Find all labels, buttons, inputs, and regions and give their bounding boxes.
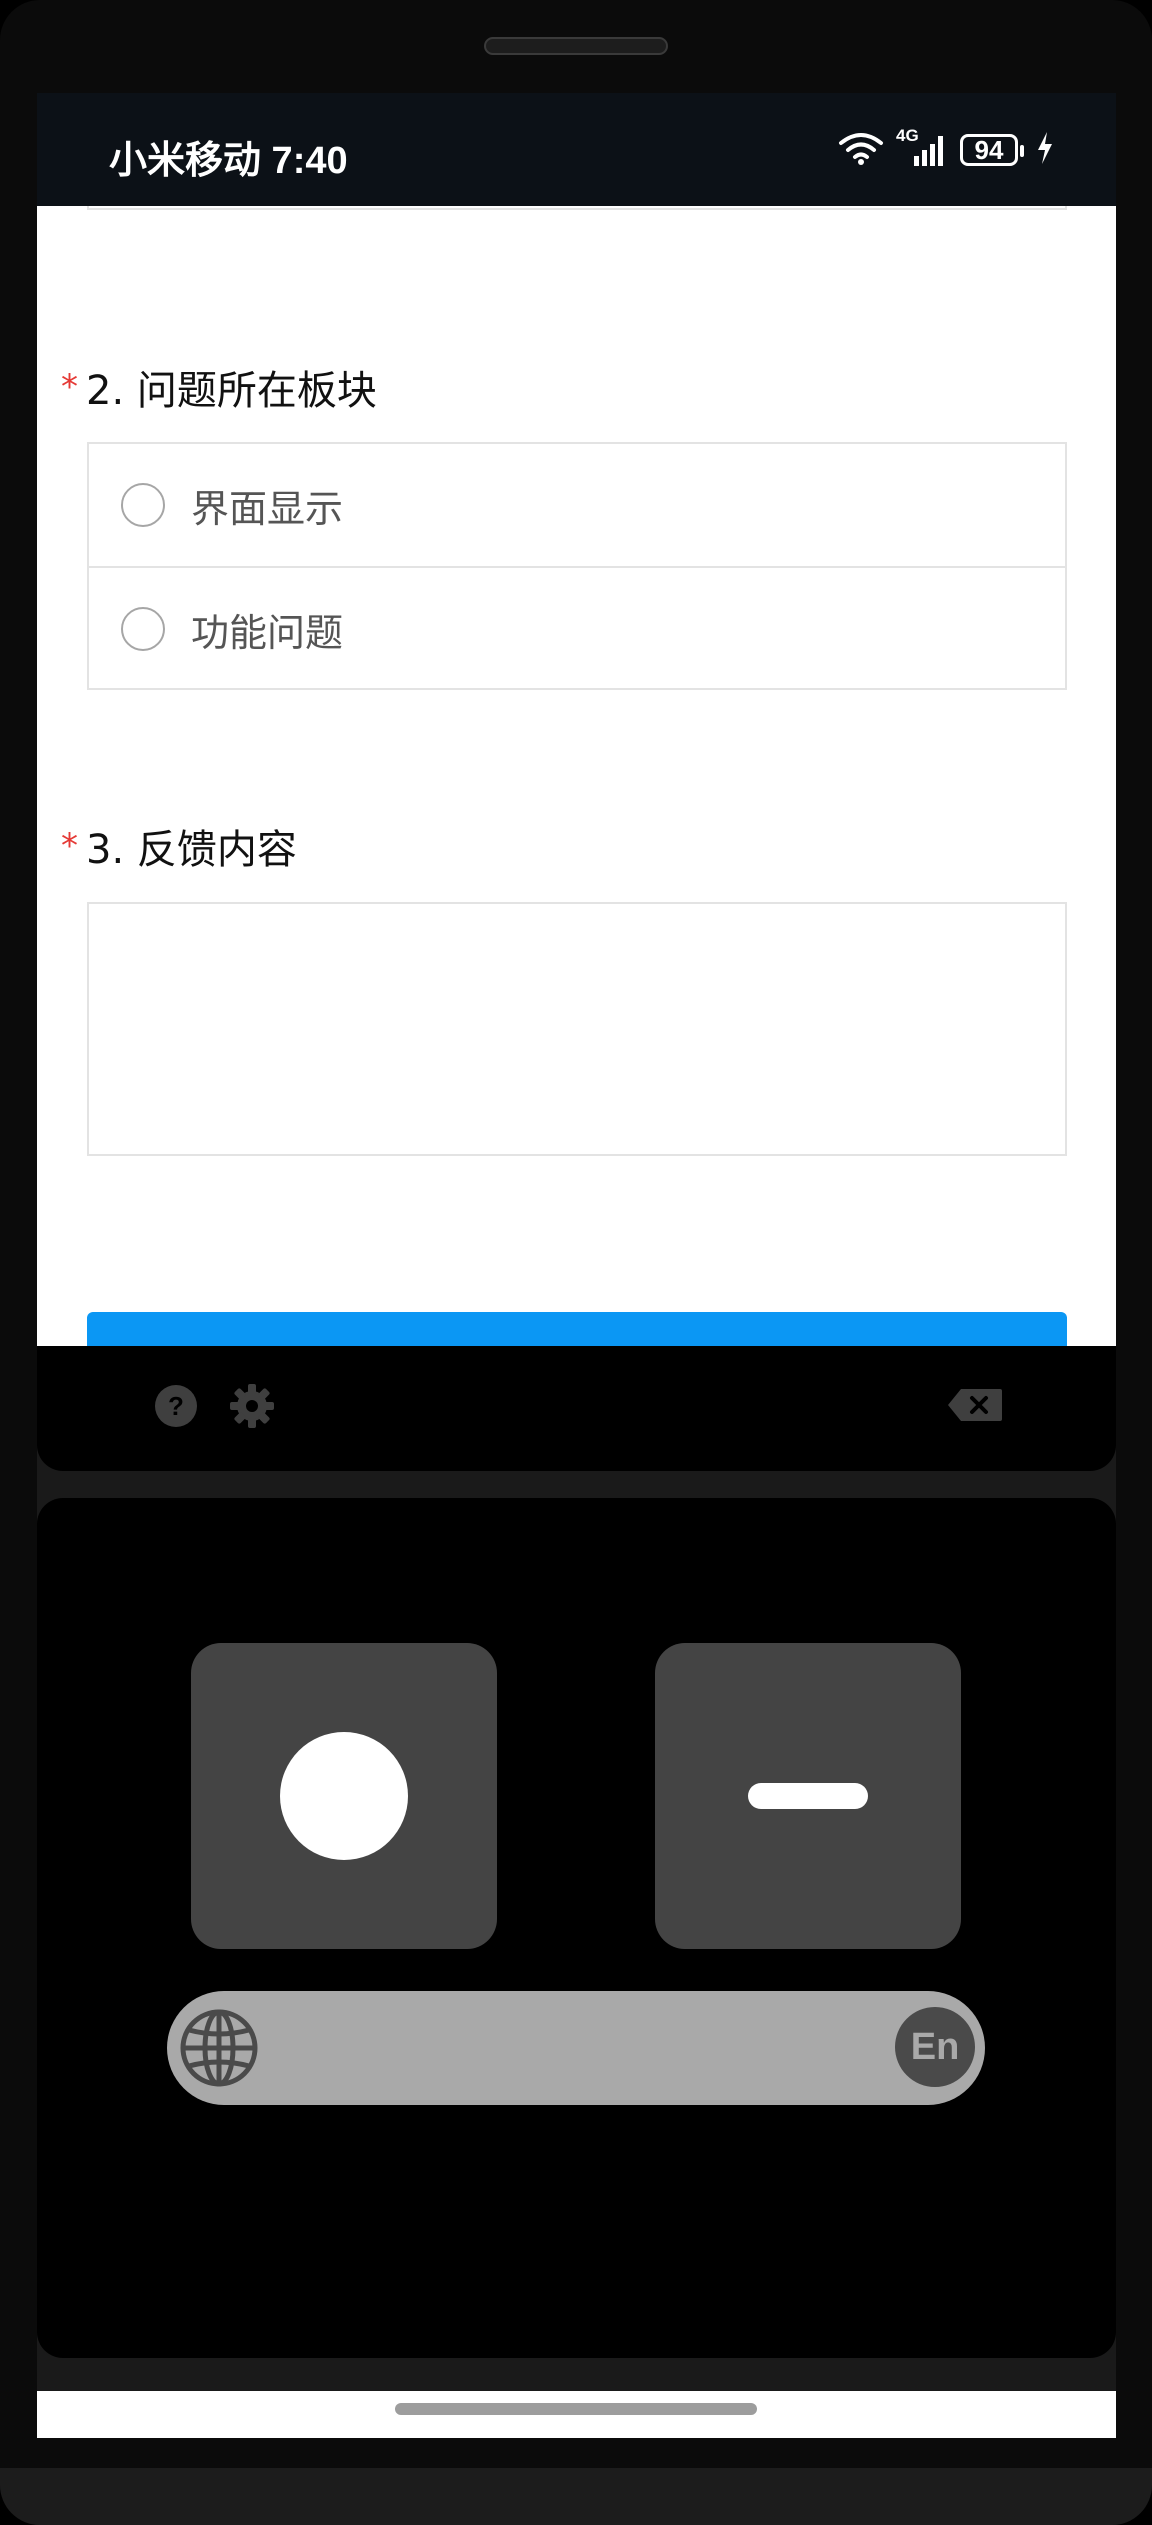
wifi-icon [838, 131, 884, 169]
dot-symbol [280, 1732, 408, 1860]
svg-text:?: ? [168, 1391, 184, 1421]
battery-icon: 94 [960, 134, 1024, 166]
screen: 小米移动 7:40 4G 94 * 2. 问题所在板块 界面显示 功能问题 * … [37, 93, 1116, 2438]
previous-field [87, 206, 1067, 210]
radio-button[interactable] [121, 607, 165, 651]
speaker-grille [484, 37, 668, 55]
battery-level: 94 [974, 134, 1004, 165]
question-2-label: 2. 问题所在板块 [86, 368, 377, 414]
submit-button[interactable] [87, 1312, 1067, 1346]
help-icon[interactable]: ? [154, 1384, 198, 1428]
question-2-options: 界面显示 功能问题 [87, 442, 1067, 690]
space-bar[interactable]: En [167, 1991, 985, 2105]
dash-symbol [748, 1783, 868, 1809]
backspace-icon[interactable] [947, 1388, 1003, 1422]
carrier-time: 小米移动 7:40 [109, 140, 348, 182]
form-content: * 2. 问题所在板块 界面显示 功能问题 * 3. 反馈内容 [37, 206, 1116, 1346]
signal-icon: 4G [896, 126, 948, 168]
home-indicator[interactable] [395, 2403, 757, 2415]
charging-icon [1036, 131, 1054, 169]
status-bar: 小米移动 7:40 4G 94 [37, 93, 1116, 206]
question-3-label: 3. 反馈内容 [86, 827, 297, 873]
language-toggle[interactable]: En [895, 2007, 975, 2087]
feedback-textarea[interactable] [87, 902, 1067, 1156]
dash-key[interactable] [655, 1643, 961, 1949]
status-icons: 4G 94 [838, 126, 1054, 169]
phone-bottom-bezel [0, 2468, 1152, 2525]
required-mark: * [61, 826, 78, 866]
navigation-bar [37, 2391, 1116, 2438]
question-3-title: * 3. 反馈内容 [61, 817, 297, 875]
globe-icon[interactable] [177, 2006, 261, 2090]
required-mark: * [61, 367, 78, 407]
option-interface-display[interactable]: 界面显示 [89, 444, 1065, 566]
option-function-issue[interactable]: 功能问题 [89, 566, 1065, 690]
dot-key[interactable] [191, 1643, 497, 1949]
radio-button[interactable] [121, 483, 165, 527]
keyboard-toolbar: ? [37, 1346, 1116, 1471]
keyboard-panel: En [37, 1498, 1116, 2358]
question-2-title: * 2. 问题所在板块 [61, 358, 377, 416]
option-label: 功能问题 [191, 610, 344, 655]
phone-frame: 小米移动 7:40 4G 94 * 2. 问题所在板块 界面显示 功能问题 * … [0, 0, 1152, 2525]
settings-icon[interactable] [229, 1383, 275, 1429]
option-label: 界面显示 [191, 486, 344, 531]
